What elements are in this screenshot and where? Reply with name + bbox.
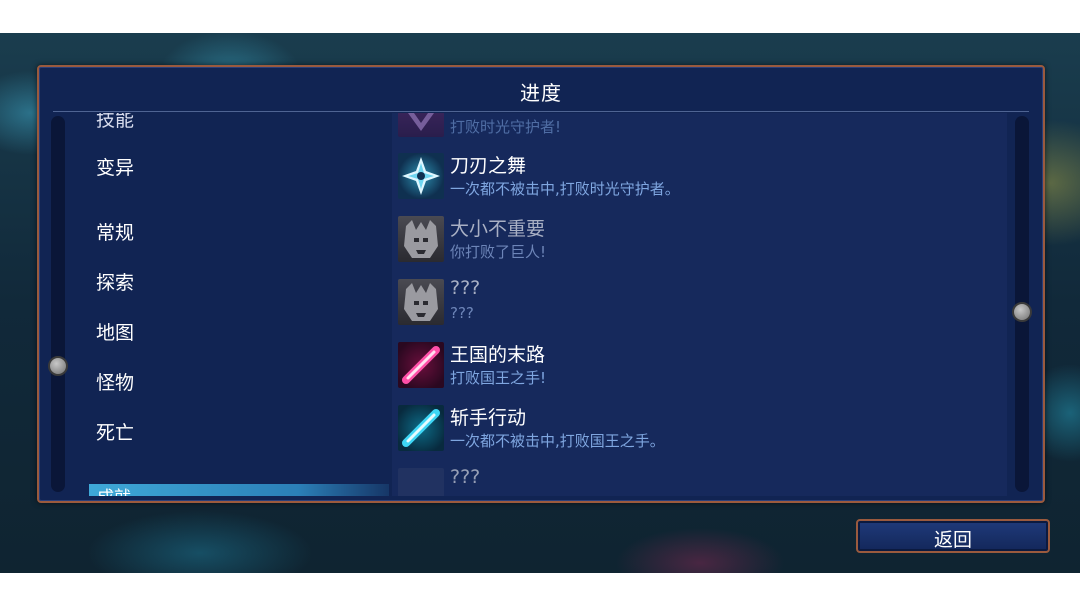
achievement-row[interactable]: 斩手行动 一次都不被击中,打败国王之手。	[396, 401, 996, 455]
achievement-row[interactable]: 打败时光守护者!	[396, 113, 996, 141]
shuriken-icon	[398, 153, 444, 199]
achievement-row[interactable]: 王国的末路 打败国王之手!	[396, 338, 996, 392]
achievement-name: 大小不重要	[450, 218, 546, 240]
giant-head-icon	[398, 279, 444, 325]
achievement-row[interactable]: 大小不重要 你打败了巨人!	[396, 212, 996, 266]
achievement-name: ???	[450, 466, 481, 488]
category-item-mutations[interactable]: 变异	[96, 153, 134, 180]
title-divider	[53, 111, 1029, 112]
category-item-map[interactable]: 地图	[96, 318, 134, 345]
achievement-desc: 一次都不被击中,打败时光守护者。	[450, 180, 680, 198]
pink-blade-icon	[398, 342, 444, 388]
category-item-achievements-selected[interactable]	[89, 484, 389, 496]
achievement-scroll-knob[interactable]	[1012, 302, 1032, 322]
category-item-deaths[interactable]: 死亡	[96, 418, 134, 445]
achievement-name: 刀刃之舞	[450, 155, 527, 177]
achievement-name: ???	[450, 277, 481, 299]
locked-icon	[398, 468, 444, 496]
achievement-row[interactable]: 刀刃之舞 一次都不被击中,打败时光守护者。	[396, 149, 996, 203]
category-item-general[interactable]: 常规	[96, 218, 134, 245]
category-item-skills[interactable]: 技能	[96, 113, 134, 132]
category-item-monsters[interactable]: 怪物	[96, 368, 134, 395]
panel-title: 进度	[520, 81, 562, 105]
achievement-scrollbar[interactable]	[1012, 116, 1032, 492]
achievement-desc: ???	[450, 304, 474, 322]
category-list: 技能 变异 常规 探索 地图 怪物 死亡 成就	[39, 113, 389, 496]
achievement-desc: 你打败了巨人!	[450, 243, 547, 261]
achievement-desc: 打败国王之手!	[450, 369, 547, 387]
achievement-desc: 一次都不被击中,打败国王之手。	[450, 432, 665, 450]
cyan-blade-icon	[398, 405, 444, 451]
achievement-list: 打败时光守护者! 刀刃之舞 一次都不被击中,打败时光守护者。 大小不重要 你打败…	[392, 113, 1007, 496]
achievement-name: 斩手行动	[450, 407, 527, 429]
giant-head-icon	[398, 216, 444, 262]
achievement-name: 王国的末路	[450, 344, 546, 366]
progress-panel: 进度 技能 变异 常规 探索 地图 怪物 死亡 成就 打败时光守护者!	[37, 65, 1045, 503]
purple-emblem-icon	[398, 113, 444, 137]
category-item-exploration[interactable]: 探索	[96, 268, 134, 295]
back-button[interactable]: 返回	[856, 519, 1050, 553]
achievement-desc: 打败时光守护者!	[450, 118, 562, 136]
achievement-row[interactable]: ??? ???	[396, 275, 996, 329]
back-button-label: 返回	[933, 529, 972, 551]
achievement-row[interactable]: ???	[396, 464, 996, 496]
category-item-achievements-label: 成就	[97, 483, 131, 496]
